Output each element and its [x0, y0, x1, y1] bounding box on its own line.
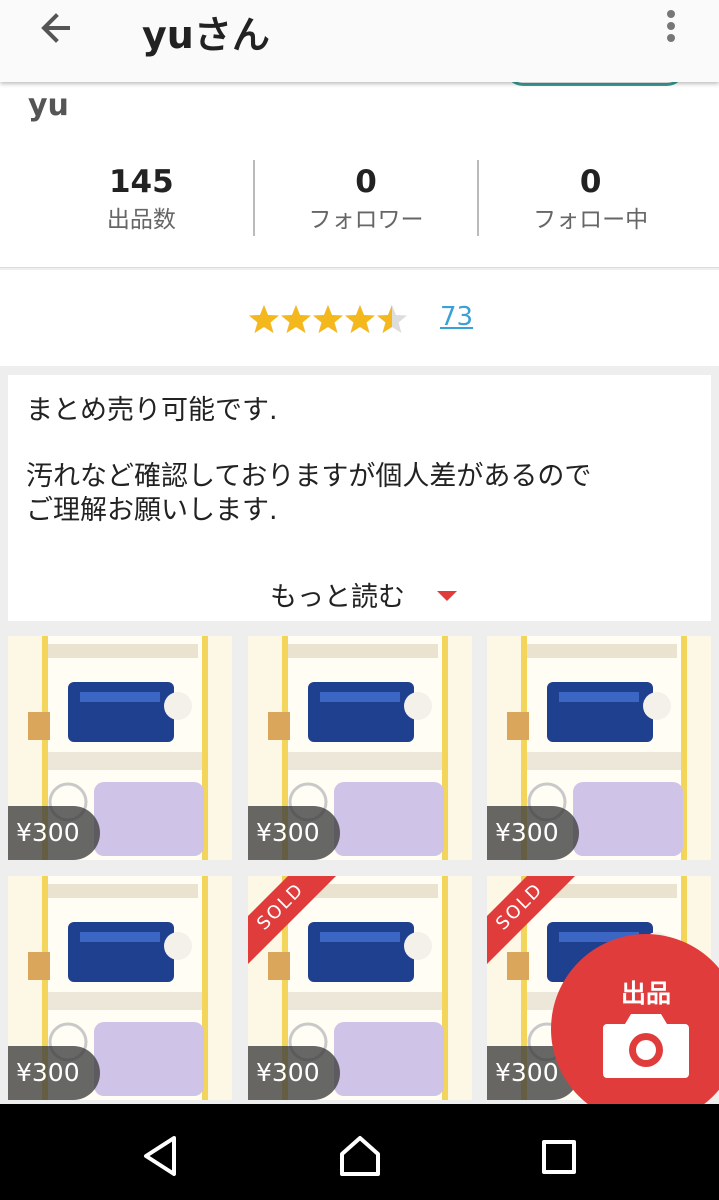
stats-row: 145 出品数 0 フォロワー 0 フォロー中 [30, 160, 702, 236]
arrow-left-icon[interactable] [34, 6, 78, 50]
more-vertical-icon[interactable] [660, 6, 682, 46]
stat-value: 145 [108, 164, 174, 200]
nav-home-icon[interactable] [338, 1134, 382, 1182]
star-icon [313, 305, 343, 333]
nav-recent-icon[interactable] [542, 1140, 576, 1174]
price-tag: ¥300 [248, 806, 340, 860]
caret-down-icon[interactable] [437, 591, 457, 601]
star-icon [281, 305, 311, 333]
star-icon [345, 305, 375, 333]
stat-listings[interactable]: 145 出品数 [30, 160, 253, 236]
price-tag: ¥300 [487, 806, 579, 860]
price-tag: ¥300 [8, 806, 100, 860]
rating-section [0, 270, 719, 366]
star-icon [249, 305, 279, 333]
stat-label: フォロワー [308, 207, 424, 233]
stat-label: フォロー中 [533, 207, 649, 233]
item-card[interactable]: ¥300 [248, 636, 472, 860]
camera-icon [603, 1010, 689, 1082]
description-card: まとめ売り可能です. 汚れなど確認しておりますが個人差があるので ご理解お願いし… [8, 375, 711, 621]
profile-section: yu 145 出品数 0 フォロワー 0 フォロー中 [0, 68, 719, 268]
stat-followers[interactable]: 0 フォロワー [252, 160, 478, 236]
stat-following[interactable]: 0 フォロー中 [477, 160, 702, 236]
star-icon [377, 305, 407, 333]
price-tag: ¥300 [8, 1046, 100, 1100]
read-more-button[interactable]: もっと読む [270, 575, 405, 614]
fab-label: 出品 [621, 979, 672, 1008]
rating-stars [248, 303, 408, 335]
item-card[interactable]: SOLD ¥300 [248, 876, 472, 1100]
username: yu [28, 88, 69, 123]
app-bar: yuさん [0, 0, 719, 82]
item-card[interactable]: ¥300 [8, 876, 232, 1100]
stat-value: 0 [355, 164, 377, 200]
rating-count-link[interactable]: 73 [440, 302, 473, 332]
item-card[interactable]: ¥300 [487, 636, 711, 860]
item-card[interactable]: ¥300 [8, 636, 232, 860]
stat-label: 出品数 [106, 207, 176, 233]
description-line: 汚れなど確認しておりますが個人差があるので [26, 461, 592, 492]
system-nav-bar [0, 1104, 719, 1200]
description-line: まとめ売り可能です. [26, 395, 278, 426]
stat-value: 0 [579, 164, 602, 200]
page-title: yuさん [142, 13, 270, 57]
description-line: ご理解お願いします. [26, 495, 278, 526]
nav-back-icon[interactable] [140, 1134, 180, 1182]
price-tag: ¥300 [248, 1046, 340, 1100]
